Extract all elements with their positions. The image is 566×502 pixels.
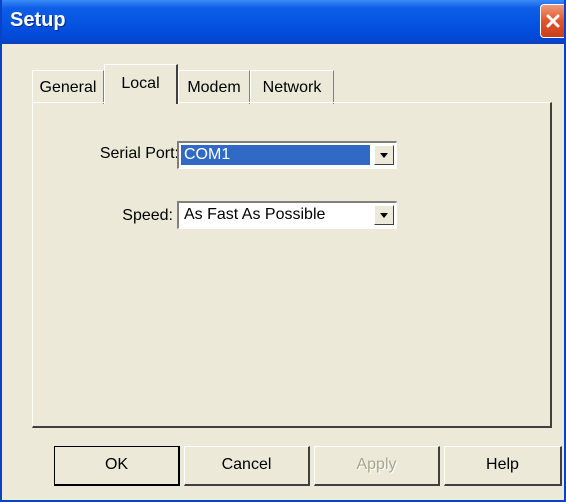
tab-modem[interactable]: Modem xyxy=(178,70,250,104)
title-bar[interactable]: Setup xyxy=(2,0,564,44)
chevron-down-icon xyxy=(380,153,388,158)
serial-port-value: COM1 xyxy=(181,145,370,165)
close-icon xyxy=(546,14,560,28)
speed-label: Speed: xyxy=(122,207,173,224)
tab-network[interactable]: Network xyxy=(250,70,334,104)
ok-button[interactable]: OK xyxy=(54,446,180,486)
setup-dialog: Setup General Local Modem Network Serial… xyxy=(0,0,566,502)
apply-button[interactable]: Apply xyxy=(314,446,440,486)
close-button[interactable] xyxy=(540,4,564,38)
help-button[interactable]: Help xyxy=(444,446,562,486)
cancel-button[interactable]: Cancel xyxy=(184,446,310,486)
speed-dropdown-button[interactable] xyxy=(374,205,394,225)
tab-local[interactable]: Local xyxy=(104,64,178,104)
tab-panel-local: Serial Port: COM1 Speed: As Fast As Poss… xyxy=(32,102,552,428)
serial-port-select[interactable]: COM1 xyxy=(177,141,397,169)
serial-port-label: Serial Port: xyxy=(99,145,179,162)
serial-port-dropdown-button[interactable] xyxy=(374,145,394,165)
tab-general[interactable]: General xyxy=(32,70,104,104)
window-title: Setup xyxy=(10,9,66,31)
speed-value: As Fast As Possible xyxy=(184,206,326,223)
speed-select[interactable]: As Fast As Possible xyxy=(177,201,397,229)
chevron-down-icon xyxy=(380,213,388,218)
